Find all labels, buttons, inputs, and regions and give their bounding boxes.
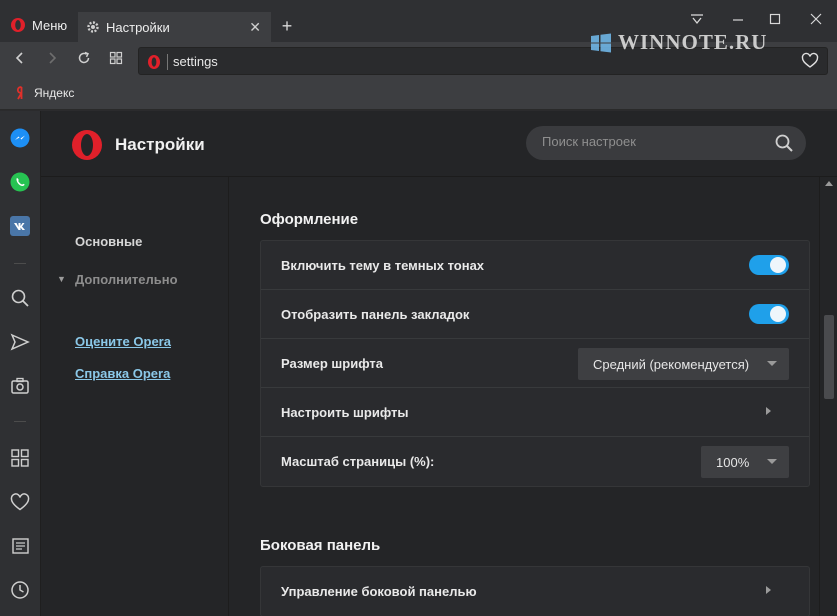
setting-label: Включить тему в темных тонах (281, 258, 485, 273)
section-title-appearance: Оформление (260, 211, 359, 228)
menu-label: Меню (32, 17, 68, 33)
setting-row-font-size: Размер шрифта Средний (рекомендуется) (261, 339, 809, 388)
scrollbar[interactable] (819, 177, 837, 616)
url-text: settings (173, 54, 218, 69)
nav-basic[interactable]: Основные (75, 234, 142, 249)
settings-search[interactable] (526, 126, 806, 160)
setting-row-manage-sidebar[interactable]: Управление боковой панелью (261, 567, 809, 616)
new-tab-button[interactable]: + (278, 14, 296, 38)
reload-button[interactable] (72, 50, 96, 72)
sidebar-divider (14, 263, 26, 264)
setting-label: Управление боковой панелью (281, 584, 477, 599)
opera-logo-icon (72, 130, 102, 160)
menu-button[interactable]: Меню (4, 12, 74, 38)
setting-label: Настроить шрифты (281, 405, 409, 420)
forward-button[interactable] (40, 50, 64, 72)
bookmarks-bar-toggle[interactable] (749, 304, 789, 324)
opera-logo-icon (148, 55, 160, 69)
bookmark-yandex[interactable]: Яндекс (16, 86, 74, 100)
toggle-knob (770, 306, 786, 322)
send-icon[interactable] (9, 331, 31, 353)
camera-icon[interactable] (9, 375, 31, 397)
settings-main: Оформление Включить тему в темных тонах … (229, 177, 819, 616)
page-zoom-select[interactable]: 100% (701, 446, 789, 478)
settings-header: Настройки (41, 111, 837, 177)
messenger-icon[interactable] (9, 127, 31, 149)
bookmark-label: Яндекс (34, 86, 75, 100)
whatsapp-icon[interactable] (9, 171, 31, 193)
setting-row-bookmarks-bar: Отобразить панель закладок (261, 290, 809, 339)
sidebar-divider (14, 421, 26, 422)
sidebar (0, 111, 41, 616)
tab-title: Настройки (106, 19, 170, 35)
setting-row-page-zoom: Масштаб страницы (%): 100% (261, 437, 809, 486)
setting-row-dark-theme: Включить тему в темных тонах (261, 241, 809, 290)
watermark-text: WINNOTE.RU (618, 30, 768, 54)
setting-label: Размер шрифта (281, 356, 383, 371)
bookmarks-bar: Яндекс (0, 80, 837, 110)
setting-row-customize-fonts[interactable]: Настроить шрифты (261, 388, 809, 437)
heart-icon[interactable] (801, 52, 819, 70)
appearance-card: Включить тему в темных тонах Отобразить … (260, 240, 810, 487)
settings-nav: Основные ▼ Дополнительно Оцените Opera С… (41, 177, 229, 616)
chevron-right-icon (766, 586, 771, 594)
scrollbar-thumb[interactable] (824, 315, 834, 399)
close-window-button[interactable] (803, 8, 829, 32)
speed-dial-icon[interactable] (9, 447, 31, 469)
dark-theme-toggle[interactable] (749, 255, 789, 275)
back-button[interactable] (8, 50, 32, 72)
section-title-sidebar: Боковая панель (260, 537, 381, 554)
nav-advanced[interactable]: ▼ Дополнительно (57, 272, 178, 287)
watermark: WINNOTE.RU (590, 30, 767, 55)
maximize-button[interactable] (762, 8, 788, 32)
chevron-down-icon (767, 361, 777, 366)
history-icon[interactable] (9, 579, 31, 601)
page-title: Настройки (115, 135, 205, 154)
windows-logo-icon (591, 33, 611, 52)
select-value: 100% (716, 455, 750, 470)
select-value: Средний (рекомендуется) (593, 357, 750, 372)
gear-icon (87, 21, 99, 33)
vk-icon[interactable] (9, 215, 31, 237)
scroll-up-icon[interactable] (825, 181, 833, 186)
font-size-select[interactable]: Средний (рекомендуется) (578, 348, 789, 380)
tab-menu-icon[interactable] (684, 8, 710, 32)
opera-logo-icon (11, 18, 25, 32)
rate-opera-link[interactable]: Оцените Opera (75, 334, 171, 349)
sidebar-settings-card: Управление боковой панелью (260, 566, 810, 616)
yandex-icon (16, 86, 23, 100)
url-divider (167, 54, 168, 70)
minimize-button[interactable] (725, 8, 751, 32)
setting-label: Отобразить панель закладок (281, 307, 470, 322)
speed-dial-button[interactable] (104, 50, 128, 72)
chevron-down-icon (767, 459, 777, 464)
heart-icon[interactable] (9, 491, 31, 513)
nav-advanced-label: Дополнительно (75, 272, 178, 287)
tab-settings[interactable]: Настройки ✕ (78, 12, 271, 42)
toggle-knob (770, 257, 786, 273)
setting-label: Масштаб страницы (%): (281, 454, 435, 469)
close-tab-icon[interactable]: ✕ (249, 19, 261, 36)
news-icon[interactable] (9, 535, 31, 557)
search-input[interactable] (542, 134, 762, 149)
search-icon[interactable] (9, 287, 31, 309)
chevron-right-icon (766, 407, 771, 415)
search-icon[interactable] (774, 133, 794, 153)
expand-arrow-icon: ▼ (57, 274, 66, 284)
opera-help-link[interactable]: Справка Opera (75, 366, 170, 381)
